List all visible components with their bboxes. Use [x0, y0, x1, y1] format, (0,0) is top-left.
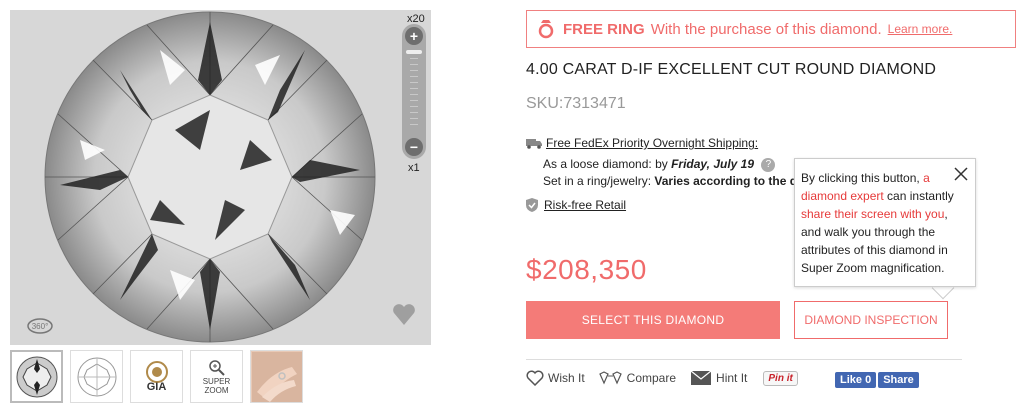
ring-prefix: Set in a ring/jewelry: — [543, 174, 655, 188]
zoom-slider-handle[interactable] — [406, 50, 422, 54]
hint-it-label: Hint It — [716, 371, 748, 385]
wish-it-label: Wish It — [548, 371, 585, 385]
compare-button[interactable]: Compare — [598, 371, 677, 385]
help-icon[interactable]: ? — [761, 157, 776, 172]
shipping-heading[interactable]: Free FedEx Priority Overnight Shipping: — [526, 136, 758, 150]
promo-title: FREE RING — [563, 20, 645, 38]
diamond-image — [44, 11, 376, 343]
loose-date: Friday, July 19 — [671, 157, 755, 171]
loose-diamond-delivery: As a loose diamond: by Friday, July 19 ? — [543, 157, 776, 172]
envelope-icon — [690, 370, 712, 385]
divider — [526, 359, 962, 360]
risk-free-link: Risk-free Retail — [544, 198, 627, 212]
heart-outline-icon — [526, 370, 544, 386]
hint-it-button[interactable]: Hint It — [690, 370, 747, 386]
free-ring-banner: FREE RING With the purchase of this diam… — [526, 10, 1016, 48]
facebook-share-button[interactable]: Share — [878, 372, 919, 388]
shipping-heading-text: Free FedEx Priority Overnight Shipping: — [546, 136, 759, 150]
compare-diamonds-icon — [598, 371, 622, 385]
pinterest-button[interactable]: Pin it — [763, 370, 798, 386]
risk-free-retail[interactable]: Risk-free Retail — [526, 198, 626, 212]
gia-seal-icon — [145, 361, 168, 383]
diamond-inspection-button[interactable]: DIAMOND INSPECTION — [794, 301, 948, 339]
wish-it-button[interactable]: Wish It — [526, 370, 585, 386]
tooltip-text-1: By clicking this button, — [801, 171, 924, 185]
compare-label: Compare — [626, 371, 677, 385]
ring-delivery: Set in a ring/jewelry: Varies according … — [543, 174, 795, 188]
action-bar: Wish It Compare Hint It Pin it — [526, 370, 798, 386]
zoom-in-button[interactable]: + — [405, 27, 423, 45]
facebook-buttons: Like 0 Share — [835, 372, 919, 388]
ring-value: Varies according to the diff — [654, 174, 795, 188]
magnifier-icon — [208, 359, 225, 376]
ring-icon — [538, 20, 554, 39]
rotate-label: 360° — [32, 322, 49, 331]
product-page: 360° x20 + − x1 GIA SUPER ZOOM FREE RING… — [0, 0, 1024, 413]
diamond-thumb-icon — [16, 356, 57, 397]
learn-more-link[interactable]: Learn more. — [888, 22, 953, 36]
product-title: 4.00 CARAT D-IF EXCELLENT CUT ROUND DIAM… — [526, 61, 937, 78]
shield-icon — [526, 198, 538, 212]
thumb-super-zoom[interactable]: SUPER ZOOM — [190, 350, 243, 403]
price: $208,350 — [526, 254, 647, 285]
product-sku: SKU:7313471 — [526, 95, 626, 112]
truck-icon — [526, 139, 542, 149]
rotate-360-icon[interactable]: 360° — [26, 312, 54, 340]
zoom-ticks — [410, 58, 418, 130]
loose-prefix: As a loose diamond: by — [543, 157, 672, 171]
zoom-out-button[interactable]: − — [405, 138, 423, 156]
gia-label: GIA — [146, 381, 167, 393]
hand-ring-image — [251, 351, 302, 402]
thumbnail-strip: GIA SUPER ZOOM — [10, 350, 303, 403]
thumb-hand-photo[interactable] — [250, 350, 303, 403]
tooltip-highlight-share: share their screen with you — [801, 207, 945, 221]
facebook-like-button[interactable]: Like 0 — [835, 372, 877, 388]
thumb-gia-certificate[interactable]: GIA — [130, 350, 183, 403]
diamond-viewer[interactable]: 360° — [10, 10, 431, 345]
close-icon[interactable] — [954, 167, 968, 181]
inspection-tooltip: By clicking this button, a diamond exper… — [794, 158, 976, 287]
thumb-diamond-diagram[interactable] — [70, 350, 123, 403]
select-diamond-button[interactable]: SELECT THIS DIAMOND — [526, 301, 780, 339]
thumb-diamond-photo[interactable] — [10, 350, 63, 403]
tooltip-text-2: can instantly — [883, 189, 954, 203]
promo-text: With the purchase of this diamond. — [650, 20, 882, 38]
super-zoom-label: SUPER ZOOM — [202, 376, 231, 395]
zoom-min-label: x1 — [408, 162, 420, 174]
diagram-icon — [77, 357, 116, 396]
heart-icon[interactable] — [390, 300, 418, 328]
zoom-slider[interactable]: + − — [402, 24, 426, 159]
